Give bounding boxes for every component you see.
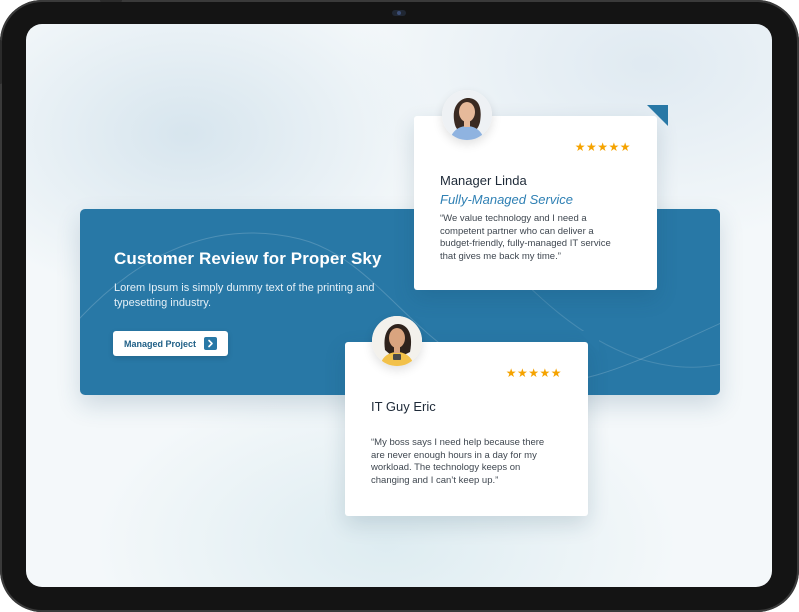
screen: Customer Review for Proper Sky Lorem Ips… <box>26 24 772 587</box>
volume-button <box>100 0 122 2</box>
review-quote: “We value technology and I need a compet… <box>440 213 611 262</box>
card-corner-accent <box>578 331 599 352</box>
power-button <box>0 40 2 84</box>
avatar-eric <box>372 316 422 366</box>
camera-lens-icon <box>397 11 401 15</box>
review-card-linda: ★★★★★ Manager Linda Fully-Managed Servic… <box>414 105 668 290</box>
front-camera <box>392 10 406 16</box>
reviewer-role: Fully-Managed Service <box>440 192 573 207</box>
chevron-right-icon <box>204 337 217 350</box>
review-quote: “My boss says I need help because there … <box>371 437 545 486</box>
review-card-eric: ★★★★★ IT Guy Eric “My boss says I need h… <box>345 331 599 516</box>
rating-stars: ★★★★★ <box>505 366 562 380</box>
reviewer-name: IT Guy Eric <box>371 399 436 414</box>
card-corner-accent <box>647 105 668 126</box>
managed-project-button[interactable]: Managed Project <box>113 331 228 356</box>
tablet-frame: Customer Review for Proper Sky Lorem Ips… <box>0 0 799 612</box>
managed-project-label: Managed Project <box>124 338 197 349</box>
avatar-linda <box>442 90 492 140</box>
banner-description: Lorem Ipsum is simply dummy text of the … <box>114 282 375 309</box>
reviewer-name: Manager Linda <box>440 173 527 188</box>
rating-stars: ★★★★★ <box>574 140 631 154</box>
banner-title: Customer Review for Proper Sky <box>114 249 382 268</box>
